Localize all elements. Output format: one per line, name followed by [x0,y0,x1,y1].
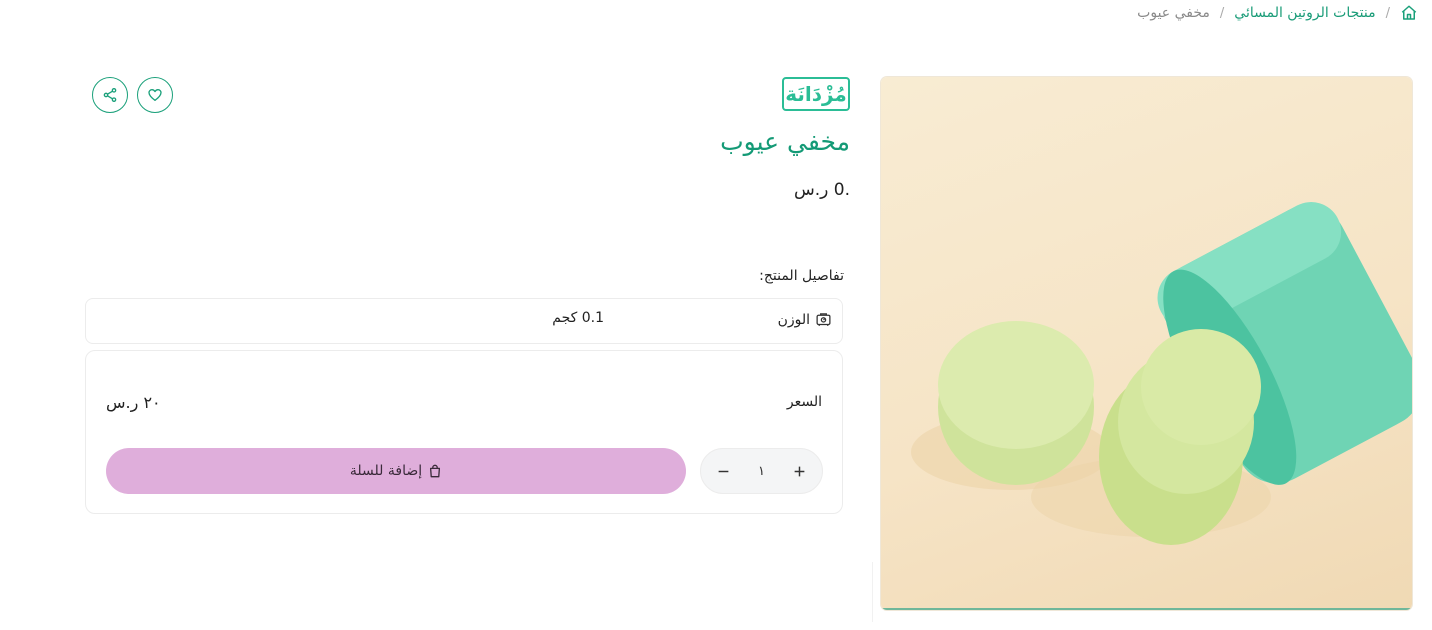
minus-icon[interactable] [715,463,731,479]
product-page: / منتجات الروتين المسائي / مخفي عيوب مُز… [0,0,1432,630]
breadcrumb-category-link[interactable]: منتجات الروتين المسائي [1234,5,1375,21]
breadcrumb-separator: / [1385,5,1390,21]
share-icon [102,87,118,103]
bag-icon [428,464,442,478]
breadcrumb-current: مخفي عيوب [1137,5,1210,21]
weight-label-group: الوزن [778,311,832,329]
product-image[interactable] [881,77,1412,610]
product-title: مخفي عيوب [720,127,850,156]
quantity-stepper: ١ [700,448,823,494]
price-label: السعر [786,394,822,410]
purchase-box: السعر ٢٠ ر.س ١ إضافة للسلة [85,350,843,514]
weight-value: 0.1 كجم [552,310,604,326]
product-price-summary: .0 ر.س [793,180,850,200]
weight-row: الوزن 0.1 كجم [85,298,843,344]
plus-icon[interactable] [792,463,808,479]
favorite-button[interactable] [137,77,173,113]
price-value: ٢٠ ر.س [106,393,161,412]
home-icon[interactable] [1400,4,1418,22]
scale-icon [814,311,832,329]
add-to-cart-label: إضافة للسلة [349,463,423,479]
breadcrumb: / منتجات الروتين المسائي / مخفي عيوب [1137,4,1418,22]
add-to-cart-button[interactable]: إضافة للسلة [106,448,686,494]
image-divider [881,608,1412,610]
share-button[interactable] [92,77,128,113]
brand-logo[interactable]: مُزْدَانَة [782,77,850,111]
weight-label: الوزن [777,312,810,328]
brand-logo-text: مُزْدَانَة [785,82,847,106]
quantity-value[interactable]: ١ [758,464,765,479]
product-photo [911,202,1412,545]
divider [872,562,873,622]
heart-icon [147,87,163,103]
breadcrumb-separator: / [1219,5,1225,21]
product-details-heading: تفاصيل المنتج: [759,268,844,284]
